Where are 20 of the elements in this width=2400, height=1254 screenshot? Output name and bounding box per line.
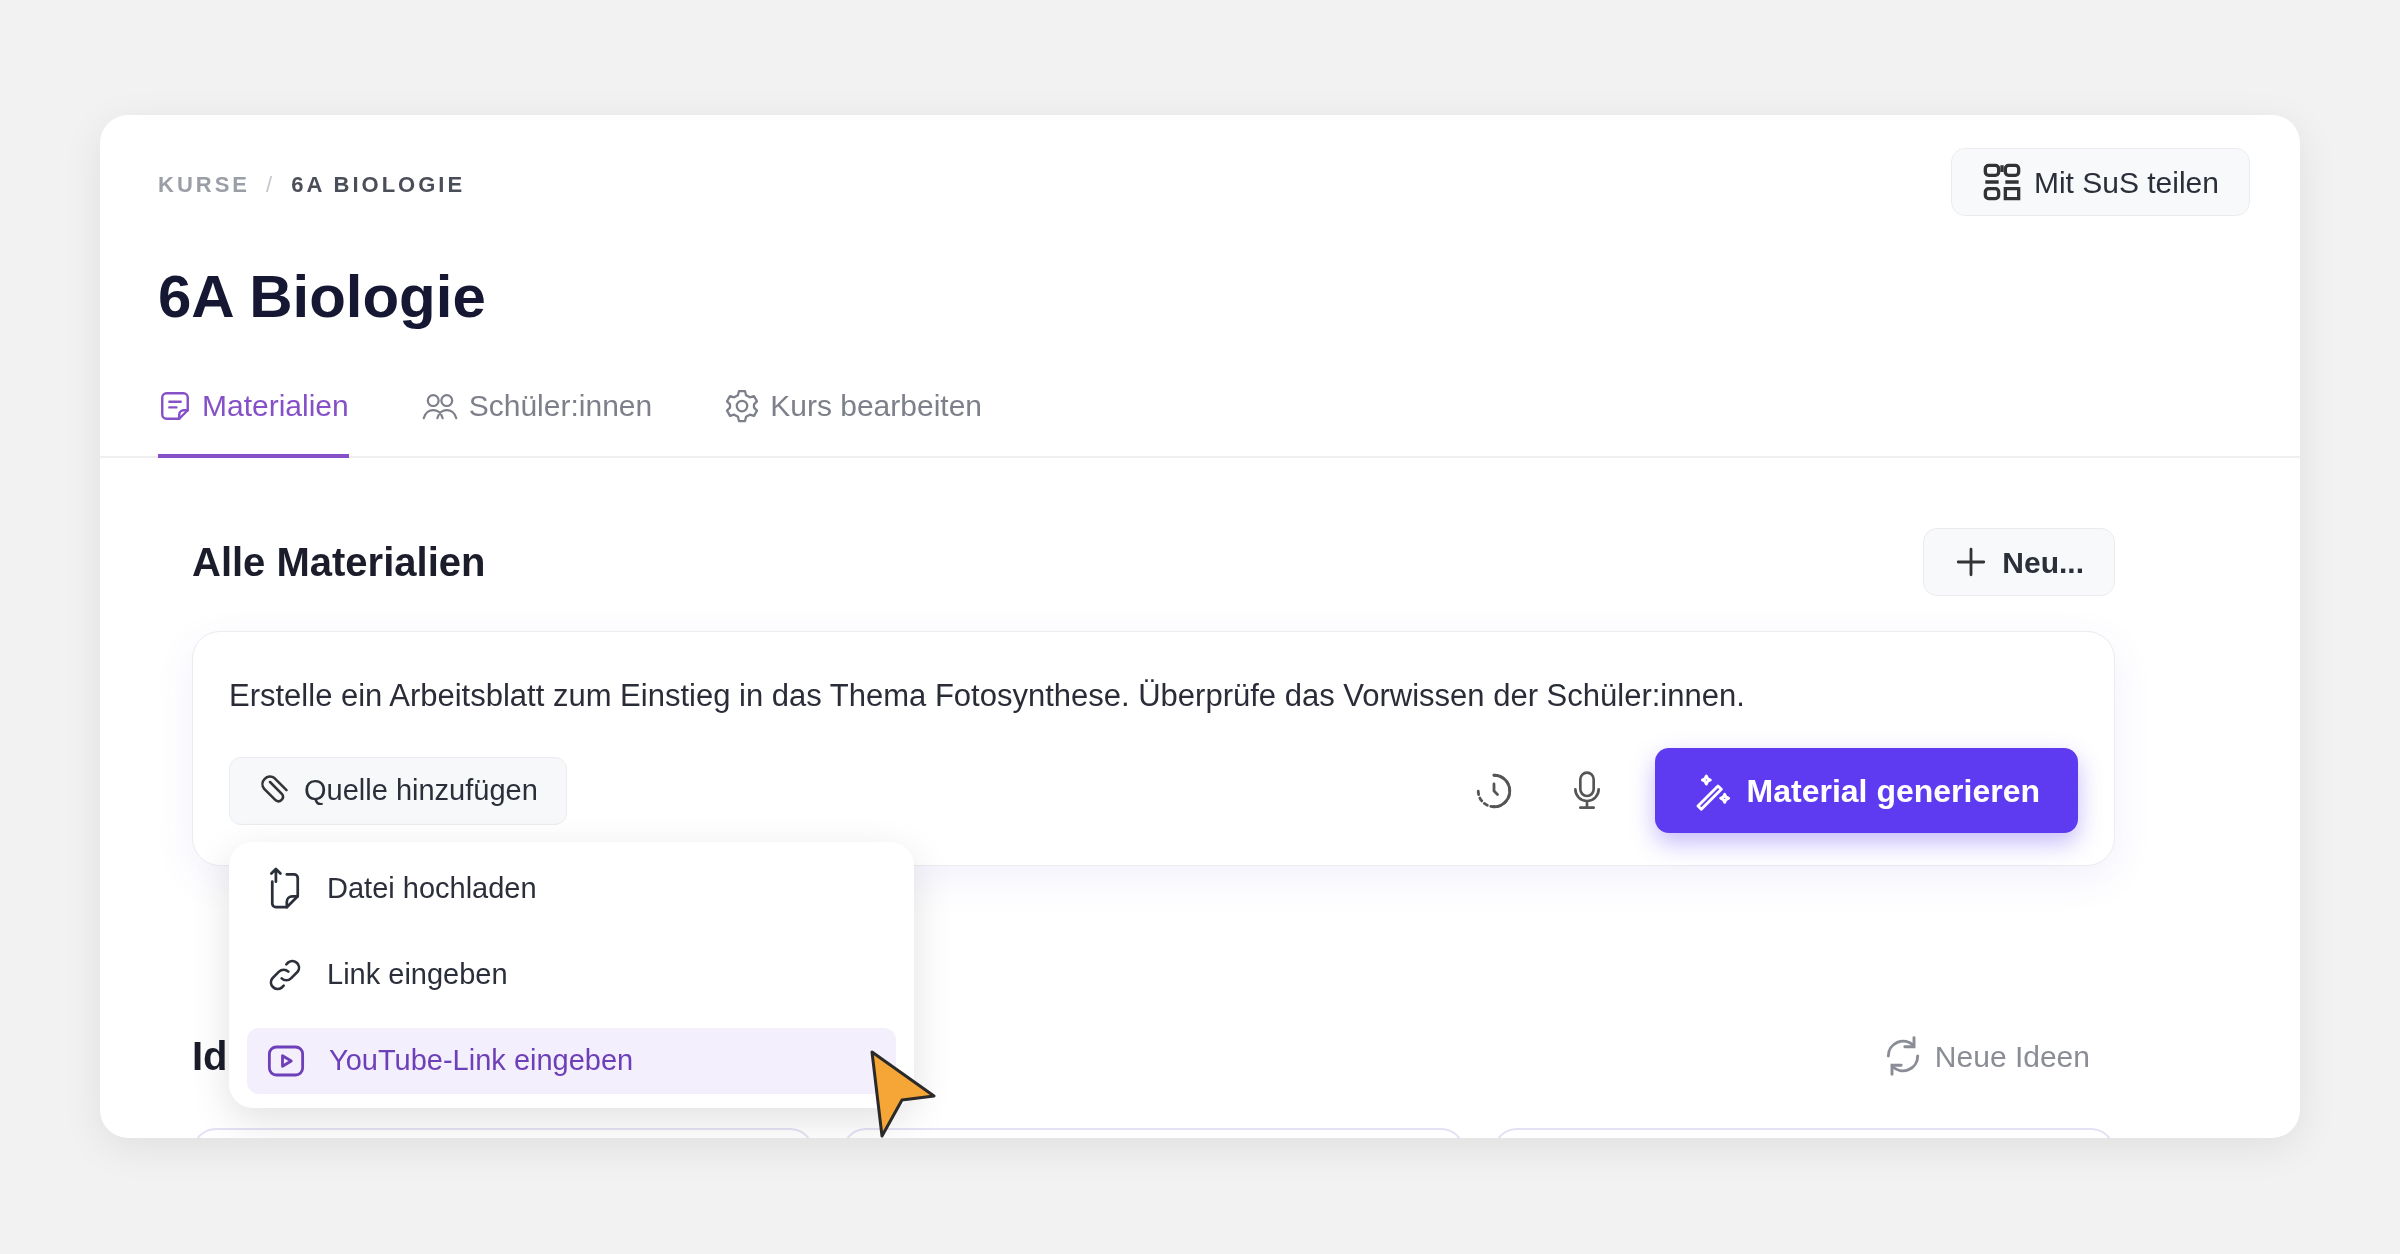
page-title: 6A Biologie [158,262,486,332]
share-button[interactable]: Mit SuS teilen [1950,148,2250,216]
new-ideas-button[interactable]: Neue Ideen [1880,1033,2090,1079]
settings-icon [724,387,761,424]
tab[interactable]: Kurs bearbeiten [724,383,982,458]
new-button[interactable]: Neu... [1923,528,2115,596]
cursor-icon [868,1048,938,1138]
add-source-button[interactable]: Quelle hinzufügen [229,756,567,825]
menu-item[interactable]: Datei hochladen [247,856,896,922]
section-title: Alle Materialien [192,539,486,586]
menu-item[interactable]: Link eingeben [247,942,896,1008]
qr-code-icon [1981,162,2022,202]
tab[interactable]: Materialien [158,383,349,458]
generate-button[interactable]: Material generieren [1654,748,2078,833]
breadcrumb-item: 6A BIOLOGIE [291,171,466,199]
prompt-text[interactable]: Erstelle ein Arbeitsblatt zum Einstieg in das Thema Fotosynthese. Überprüfe das Vorwissen der Schüler:innen. [229,676,2078,716]
menu-item[interactable]: YouTube-Link eingeben [247,1028,896,1094]
breadcrumb-separator: / [266,171,276,199]
section-title: Id [192,1033,228,1080]
tab[interactable]: Schüler:innen [420,383,653,458]
